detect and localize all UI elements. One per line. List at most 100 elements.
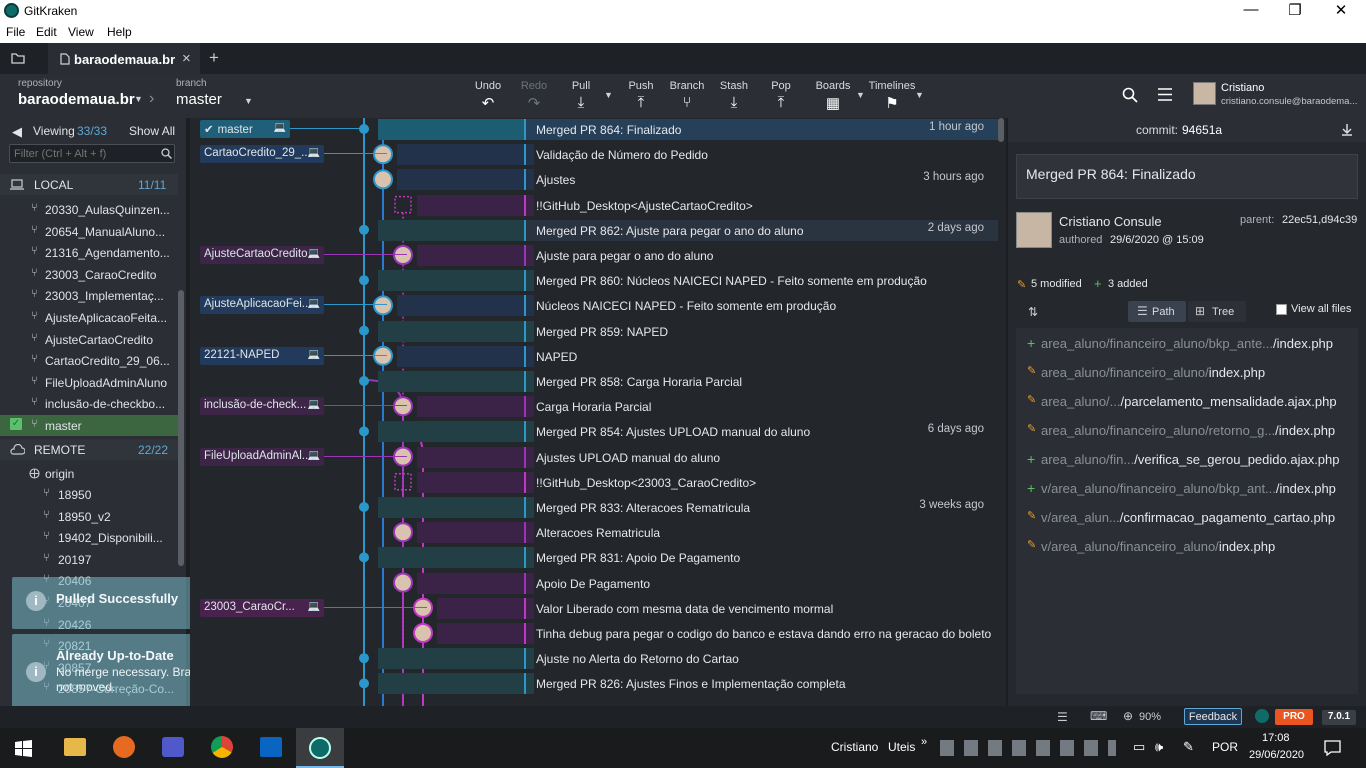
changed-file-item[interactable]: + area_aluno/fin.../verifica_se_gerou_ped… xyxy=(1017,449,1357,477)
local-branch-item[interactable]: ⑂ 23003_Implementaç... xyxy=(0,285,178,306)
commit-row[interactable]: CartaoCredito_29_... 💻 Validação de Número… xyxy=(194,143,998,166)
branch-tag[interactable]: AjusteAplicacaoFei... 💻 xyxy=(200,296,324,315)
avatar[interactable] xyxy=(1193,82,1216,105)
filter-input[interactable] xyxy=(9,144,175,163)
changed-file-item[interactable]: ✎ area_aluno/.../parcelamento_mensalidade… xyxy=(1017,391,1357,419)
commit-row[interactable]: 22121-NAPED 💻 NAPED xyxy=(194,345,998,368)
tree-view-button[interactable]: ⊞ Tree xyxy=(1188,301,1246,322)
changed-file-item[interactable]: ✎ v/area_aluno/financeiro_aluno/index.php xyxy=(1017,536,1357,564)
branch-selector[interactable]: master xyxy=(176,91,222,108)
undo-button[interactable]: Undo ↶ xyxy=(466,80,510,112)
local-branch-item[interactable]: ✓ ⑂ master xyxy=(0,415,178,436)
download-icon[interactable] xyxy=(1341,123,1353,136)
path-view-button[interactable]: ☰ Path xyxy=(1128,301,1186,322)
chevron-down-icon[interactable]: ▼ xyxy=(244,96,253,106)
branch-tag[interactable]: AjusteCartaoCredito 💻 xyxy=(200,246,324,264)
notifications-icon[interactable] xyxy=(1324,740,1341,756)
commit-row[interactable]: Merged PR 833: Alteracoes Rematricula 3 w… xyxy=(194,496,998,519)
commit-row[interactable]: Merged PR 860: Núcleos NAICECI NAPED - F… xyxy=(194,269,998,292)
collapse-panel-icon[interactable]: ◀ xyxy=(12,124,22,140)
menu-help[interactable]: Help xyxy=(107,25,132,39)
sort-icon[interactable]: ⇅ xyxy=(1028,305,1038,319)
local-branch-item[interactable]: ⑂ CartaoCredito_29_06... xyxy=(0,350,178,371)
teams-icon[interactable] xyxy=(162,737,184,757)
pull-options-icon[interactable]: ▼ xyxy=(604,90,613,100)
local-branch-item[interactable]: ⑂ AjusteCartaoCredito xyxy=(0,329,178,350)
remote-branch-item[interactable]: ⑂ 18950 xyxy=(0,484,178,505)
boards-options-icon[interactable]: ▼ xyxy=(856,90,865,100)
language-indicator[interactable]: POR xyxy=(1212,740,1238,754)
commit-row[interactable]: Merged PR 858: Carga Horaria Parcial xyxy=(194,370,998,393)
parent-hashes[interactable]: 22ec51,d94c39 xyxy=(1282,214,1357,226)
remote-branch-item[interactable]: ⑂ 19402_Disponibili... xyxy=(0,527,178,548)
commit-row[interactable]: Merged PR 831: Apoio De Pagamento xyxy=(194,546,998,569)
timelines-options-icon[interactable]: ▼ xyxy=(915,90,924,100)
local-branch-item[interactable]: ⑂ 23003_CaraoCredito xyxy=(0,264,178,285)
stash-button[interactable]: Stash ⤓ xyxy=(712,80,756,111)
network-icon[interactable]: ▭ xyxy=(1133,739,1145,755)
commit-row[interactable]: Merged PR 859: NAPED xyxy=(194,320,998,343)
changed-file-item[interactable]: + v/area_aluno/financeiro_aluno/bkp_ant..… xyxy=(1017,478,1357,506)
clock-date[interactable]: 29/06/2020 xyxy=(1249,749,1304,761)
pull-button[interactable]: Pull ⤓ xyxy=(559,80,603,111)
pop-button[interactable]: Pop ⤒ xyxy=(759,80,803,111)
branch-tag[interactable]: 23003_CaraoCr... 💻 xyxy=(200,598,324,617)
system-tray-icons[interactable] xyxy=(940,740,1116,756)
changed-file-item[interactable]: ✎ area_aluno/financeiro_aluno/retorno_g..… xyxy=(1017,420,1357,448)
commit-row[interactable]: Alteracoes Rematricula xyxy=(194,521,998,544)
menu-edit[interactable]: Edit xyxy=(36,25,57,39)
commit-row[interactable]: Merged PR 862: Ajuste para pegar o ano d… xyxy=(194,219,998,242)
zoom-icon[interactable]: ⊕ xyxy=(1123,709,1133,723)
commit-row[interactable]: AjusteCartaoCredito 💻 Ajuste para pegar o … xyxy=(194,244,998,267)
branch-tag[interactable]: CartaoCredito_29_... 💻 xyxy=(200,145,324,164)
changed-file-item[interactable]: ✎ area_aluno/financeiro_aluno/index.php xyxy=(1017,362,1357,390)
feedback-button[interactable]: Feedback xyxy=(1184,708,1242,725)
close-tab-icon[interactable]: × xyxy=(182,50,191,67)
local-section-header[interactable]: LOCAL 11/11 xyxy=(0,174,178,195)
repository-selector[interactable]: baraodemaua.br xyxy=(18,91,135,108)
push-button[interactable]: Push ⤒ xyxy=(619,80,663,111)
menu-file[interactable]: File xyxy=(6,25,25,39)
chrome-icon[interactable] xyxy=(211,736,233,758)
redo-button[interactable]: Redo ↷ xyxy=(512,80,556,112)
commit-row[interactable]: inclusão-de-check... 💻 Carga Horaria Parci… xyxy=(194,395,998,418)
local-branch-item[interactable]: ⑂ 20330_AulasQuinzen... xyxy=(0,199,178,220)
volume-icon[interactable]: 🕪 xyxy=(1155,739,1163,755)
search-icon[interactable] xyxy=(1122,87,1138,103)
file-explorer-icon[interactable] xyxy=(64,738,86,756)
branch-tag[interactable]: ✔ master 💻 xyxy=(200,120,290,138)
commit-row[interactable]: Ajuste no Alerta do Retorno do Cartao xyxy=(194,647,998,670)
local-branch-item[interactable]: ⑂ 21316_Agendamento... xyxy=(0,242,178,263)
remote-origin[interactable]: origin xyxy=(0,463,178,484)
boards-button[interactable]: Boards ▦ xyxy=(811,80,855,112)
folder-icon[interactable] xyxy=(11,52,25,64)
list-view-icon[interactable]: ☰ xyxy=(1057,710,1068,724)
chevron-down-icon[interactable]: ▼ xyxy=(134,94,143,104)
taskbar-uteis[interactable]: Uteis xyxy=(888,740,915,754)
remote-section-header[interactable]: REMOTE 22/22 xyxy=(0,439,178,460)
timelines-button[interactable]: Timelines ⚑ xyxy=(866,80,918,112)
windows-start-icon[interactable] xyxy=(15,740,32,757)
remote-branch-item[interactable]: ⑂ 20197 xyxy=(0,549,178,570)
pen-icon[interactable]: ✎ xyxy=(1183,739,1194,755)
remote-branch-item[interactable]: ⑂ 18950_v2 xyxy=(0,506,178,527)
branch-button[interactable]: Branch ⑂ xyxy=(665,80,709,111)
menu-view[interactable]: View xyxy=(68,25,94,39)
branch-tag[interactable]: 22121-NAPED 💻 xyxy=(200,346,324,365)
commit-row[interactable]: Tinha debug para pegar o codigo do banco… xyxy=(194,622,998,645)
firefox-icon[interactable] xyxy=(113,736,135,758)
taskbar-user[interactable]: Cristiano xyxy=(831,740,878,754)
commit-hash[interactable]: 94651a xyxy=(1182,123,1222,137)
commit-row[interactable]: AjusteAplicacaoFei... 💻 Núcleos NAICECI NA… xyxy=(194,294,998,317)
changed-file-item[interactable]: + area_aluno/financeiro_aluno/bkp_ante...… xyxy=(1017,333,1357,361)
menu-icon[interactable] xyxy=(1158,88,1172,101)
changed-file-item[interactable]: ✎ v/area_alun.../confirmacao_pagamento_ca… xyxy=(1017,507,1357,535)
new-tab-icon[interactable]: + xyxy=(209,48,219,68)
graph-scrollbar[interactable] xyxy=(998,118,1004,142)
commit-row[interactable]: Merged PR 826: Ajustes Finos e Implement… xyxy=(194,672,998,695)
branch-tag[interactable]: inclusão-de-check... 💻 xyxy=(200,397,324,416)
sidebar-scrollbar[interactable] xyxy=(178,290,184,566)
commit-row[interactable]: Apoio De Pagamento xyxy=(194,572,998,595)
close-window-button[interactable]: ✕ xyxy=(1318,1,1364,19)
maximize-button[interactable]: ❐ xyxy=(1272,1,1318,19)
